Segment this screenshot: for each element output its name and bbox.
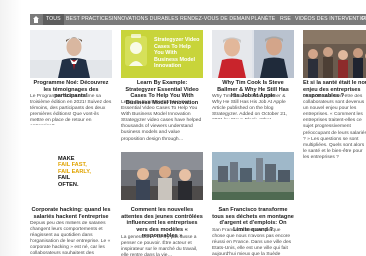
nav-item-innovations-durables[interactable]: INNOVATIONS DURABLES [112, 14, 178, 25]
article-thumbnail[interactable] [212, 30, 294, 78]
nav-item-rse[interactable]: RSE [280, 14, 291, 25]
article-excerpt: La génération Y ne s'y pas laissé à pens… [121, 235, 198, 256]
article-excerpt: San Francisco a réussi quelque chose que… [212, 228, 292, 256]
article-excerpt: La santé et le bien-être des collaborate… [303, 94, 366, 160]
article-title[interactable]: Corporate hacking: quand les salariés ha… [30, 207, 112, 220]
article-thumbnail[interactable]: MAKE FAIL FAST, FAIL EARLY, FAIL OFTEN. [30, 152, 112, 200]
thumbnail-slogan: MAKE FAIL FAST, FAIL EARLY, FAIL OFTEN. [58, 156, 91, 188]
article-excerpt: Depuis peu des milliers de salariés chan… [30, 221, 111, 256]
page: TOUS BEST PRACTICES INNOVATIONS DURABLES… [0, 0, 366, 256]
thumbnail-caption: Strategyzer Video Cases To Help You With… [154, 37, 200, 70]
top-navigation-bar: TOUS BEST PRACTICES INNOVATIONS DURABLES… [30, 14, 366, 25]
nav-item-videos-des-interventions[interactable]: VIDÉOS DES INTERVENTIONS [295, 14, 366, 25]
article-excerpt: Le Programme Noé a entamé sa troisième é… [30, 94, 112, 125]
nav-item-rendez-vous-de-demain[interactable]: RENDEZ-VOUS DE DEMAIN [180, 14, 250, 25]
nav-item-tous[interactable]: TOUS [43, 14, 64, 25]
nav-item-best-practices[interactable]: BEST PRACTICES [66, 14, 112, 25]
article-thumbnail[interactable] [212, 152, 294, 200]
nav-item-planete[interactable]: PLANÈTE [251, 14, 275, 25]
nav-item-fr[interactable]: FR [362, 14, 366, 25]
article-thumbnail[interactable]: Strategyzer Video Cases To Help You With… [121, 30, 203, 78]
article-excerpt: Why Tim Cook Is Steve Ballmer & Why He S… [212, 94, 288, 119]
article-thumbnail[interactable] [30, 30, 112, 78]
article-thumbnail[interactable] [121, 152, 203, 200]
article-thumbnail[interactable] [303, 30, 366, 78]
left-edge-shadow [0, 0, 22, 256]
home-icon[interactable] [33, 16, 39, 23]
